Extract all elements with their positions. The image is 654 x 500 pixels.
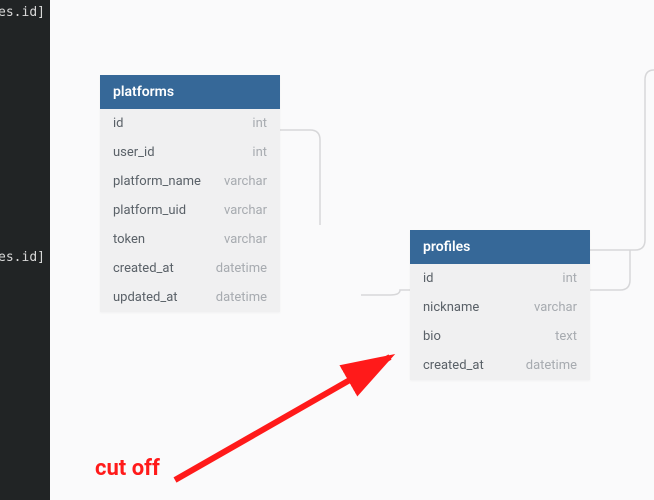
- column-type: text: [555, 329, 577, 344]
- annotation-label: cut off: [95, 458, 160, 480]
- column-name: nickname: [423, 300, 479, 315]
- column-name: id: [423, 271, 434, 286]
- column-type: datetime: [216, 290, 267, 305]
- column-type: datetime: [216, 261, 267, 276]
- column-name: platform_name: [113, 174, 201, 189]
- table-row[interactable]: updated_at datetime: [100, 283, 280, 312]
- column-type: int: [252, 145, 267, 160]
- table-row[interactable]: created_at datetime: [100, 254, 280, 283]
- table-row[interactable]: id int: [410, 264, 590, 293]
- entity-header: platforms: [100, 75, 280, 109]
- column-name: user_id: [113, 145, 155, 160]
- entity-table-profiles[interactable]: profiles id int nickname varchar bio tex…: [410, 230, 590, 380]
- code-sidebar: es.id] es.id]: [0, 0, 50, 500]
- column-type: varchar: [224, 203, 267, 218]
- column-name: bio: [423, 329, 441, 344]
- table-row[interactable]: user_id int: [100, 138, 280, 167]
- column-type: datetime: [526, 358, 577, 373]
- table-row[interactable]: created_at datetime: [410, 351, 590, 380]
- column-type: varchar: [224, 232, 267, 247]
- column-type: varchar: [224, 174, 267, 189]
- table-row[interactable]: bio text: [410, 322, 590, 351]
- column-name: platform_uid: [113, 203, 186, 218]
- column-type: int: [562, 271, 577, 286]
- column-name: created_at: [423, 358, 484, 373]
- table-row[interactable]: platform_name varchar: [100, 167, 280, 196]
- column-type: varchar: [534, 300, 577, 315]
- diagram-canvas[interactable]: platforms id int user_id int platform_na…: [50, 0, 654, 500]
- table-row[interactable]: nickname varchar: [410, 293, 590, 322]
- column-name: updated_at: [113, 290, 178, 305]
- table-row[interactable]: platform_uid varchar: [100, 196, 280, 225]
- column-name: id: [113, 116, 124, 131]
- column-name: token: [113, 232, 145, 247]
- table-row[interactable]: id int: [100, 109, 280, 138]
- entity-table-platforms[interactable]: platforms id int user_id int platform_na…: [100, 75, 280, 312]
- annotation-arrow-icon: [165, 345, 425, 495]
- code-line: es.id]: [0, 250, 45, 265]
- column-name: created_at: [113, 261, 174, 276]
- column-type: int: [252, 116, 267, 131]
- entity-header: profiles: [410, 230, 590, 264]
- code-line: es.id]: [0, 5, 45, 20]
- table-row[interactable]: token varchar: [100, 225, 280, 254]
